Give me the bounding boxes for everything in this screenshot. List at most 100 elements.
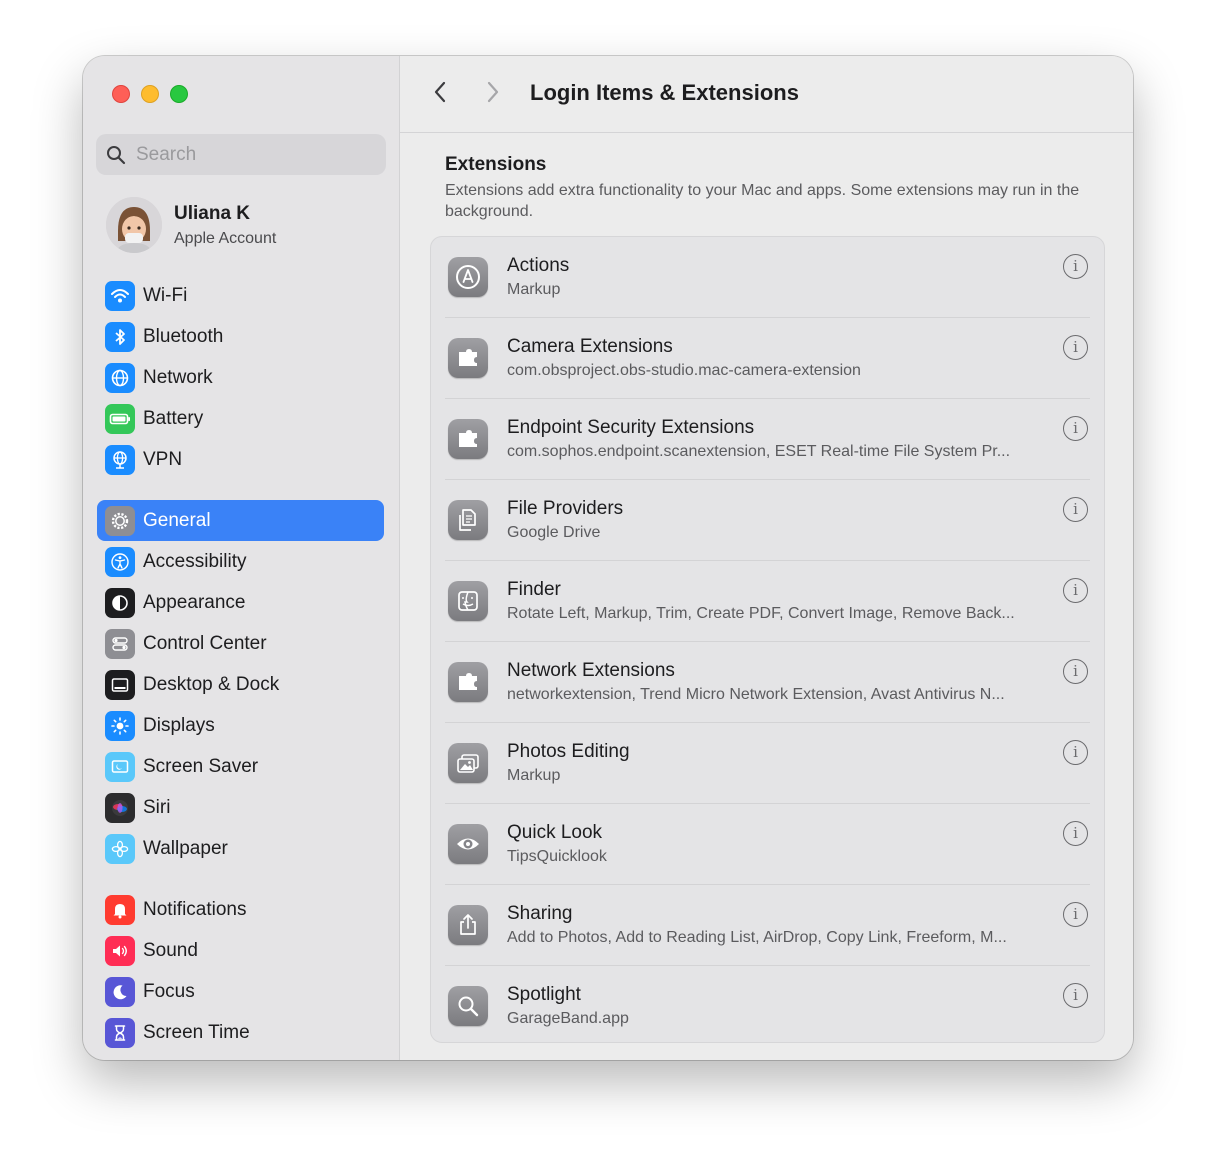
list-item[interactable]: Actions Markup i [431,237,1104,318]
list-item[interactable]: Sharing Add to Photos, Add to Reading Li… [431,885,1104,966]
sidebar-item-label: VPN [143,448,183,470]
extension-title: Spotlight [507,984,581,1005]
sidebar-item-battery[interactable]: Battery [97,398,384,439]
sidebar-item-accessibility[interactable]: Accessibility [97,541,384,582]
chevron-left-icon [433,80,447,109]
bluetooth-icon [105,321,135,352]
toolbar: Login Items & Extensions [400,56,1133,133]
extension-title: Network Extensions [507,660,675,681]
sidebar-item-network[interactable]: Network [97,357,384,398]
search-field[interactable] [96,134,386,175]
info-icon[interactable]: i [1063,659,1088,684]
sidebar-item-label: Battery [143,407,204,429]
sidebar-item-focus[interactable]: Focus [97,971,384,1012]
info-icon[interactable]: i [1063,335,1088,360]
info-icon[interactable]: i [1063,740,1088,765]
sidebar-item-screen-saver[interactable]: Screen Saver [97,746,384,787]
sidebar-item-bluetooth[interactable]: Bluetooth [97,316,384,357]
accessibility-icon [105,546,135,577]
dock-icon [105,669,135,700]
bell-icon [105,894,135,925]
sidebar-item-vpn[interactable]: VPN [97,439,384,480]
search-input[interactable] [136,143,356,166]
info-icon[interactable]: i [1063,578,1088,603]
list-item[interactable]: Spotlight GarageBand.app i [431,966,1104,1047]
battery-icon [105,403,135,434]
sidebar-item-label: Control Center [143,632,267,654]
list-item[interactable]: Photos Editing Markup i [431,723,1104,804]
chevron-right-icon [486,80,500,109]
wifi-icon [105,280,135,311]
extension-subtitle: Google Drive [507,524,601,541]
sidebar-item-siri[interactable]: Siri [97,787,384,828]
section-title: Extensions [445,154,547,175]
close-window-button[interactable] [112,85,130,103]
main-content: Login Items & Extensions Extensions Exte… [400,56,1133,1060]
gear-icon [105,505,135,536]
minimize-window-button[interactable] [141,85,159,103]
puzzle-icon [448,338,488,378]
list-item[interactable]: Quick Look TipsQuicklook i [431,804,1104,885]
appearance-icon [105,587,135,618]
sidebar-item-appearance[interactable]: Appearance [97,582,384,623]
forward-button[interactable] [480,80,506,108]
list-item[interactable]: Camera Extensions com.obsproject.obs-stu… [431,318,1104,399]
zoom-window-button[interactable] [170,85,188,103]
documents-icon [448,500,488,540]
info-icon[interactable]: i [1063,254,1088,279]
info-icon[interactable]: i [1063,821,1088,846]
sidebar-item-general[interactable]: General [97,500,384,541]
avatar [106,197,162,253]
siri-icon [105,792,135,823]
account-name: Uliana K [174,202,251,224]
puzzle-icon [448,419,488,459]
markup-icon [448,257,488,297]
back-button[interactable] [427,80,453,108]
sidebar: Uliana K Apple Account Wi-Fi Bluetooth N… [83,56,400,1060]
sidebar-item-label: Screen Time [143,1021,250,1043]
extension-title: Actions [507,255,570,276]
share-icon [448,905,488,945]
sidebar-item-sound[interactable]: Sound [97,930,384,971]
list-item[interactable]: Finder Rotate Left, Markup, Trim, Create… [431,561,1104,642]
sidebar-item-label: Accessibility [143,550,247,572]
page-title: Login Items & Extensions [530,80,799,105]
sidebar-item-displays[interactable]: Displays [97,705,384,746]
apple-account[interactable]: Uliana K Apple Account [106,197,276,253]
sidebar-item-control-center[interactable]: Control Center [97,623,384,664]
info-icon[interactable]: i [1063,902,1088,927]
info-icon[interactable]: i [1063,983,1088,1008]
sidebar-item-label: Focus [143,980,195,1002]
sidebar-item-notifications[interactable]: Notifications [97,889,384,930]
account-subtitle: Apple Account [174,229,277,247]
sidebar-item-label: Appearance [143,591,246,613]
sidebar-item-desktop-dock[interactable]: Desktop & Dock [97,664,384,705]
extension-title: Quick Look [507,822,603,843]
info-icon[interactable]: i [1063,416,1088,441]
extension-title: Photos Editing [507,741,630,762]
extension-subtitle: GarageBand.app [507,1010,629,1027]
sidebar-item-label: Wallpaper [143,837,228,859]
hourglass-icon [105,1017,135,1048]
control-center-icon [105,628,135,659]
extension-subtitle: Add to Photos, Add to Reading List, AirD… [507,929,1007,946]
list-item[interactable]: Network Extensions networkextension, Tre… [431,642,1104,723]
info-icon[interactable]: i [1063,497,1088,522]
list-item[interactable]: Endpoint Security Extensions com.sophos.… [431,399,1104,480]
sidebar-item-screen-time[interactable]: Screen Time [97,1012,384,1053]
sidebar-item-label: Sound [143,939,198,961]
extension-title: Finder [507,579,561,600]
sidebar-item-label: Network [143,366,213,388]
sidebar-item-label: Wi-Fi [143,284,188,306]
search-icon [106,145,126,165]
settings-window: Uliana K Apple Account Wi-Fi Bluetooth N… [83,56,1133,1060]
extension-title: Camera Extensions [507,336,673,357]
sidebar-item-label: General [143,509,211,531]
extension-subtitle: com.obsproject.obs-studio.mac-camera-ext… [507,362,861,379]
sidebar-item-label: Siri [143,796,171,818]
screen-saver-icon [105,751,135,782]
sidebar-item-wifi[interactable]: Wi-Fi [97,275,384,316]
list-item[interactable]: File Providers Google Drive i [431,480,1104,561]
section-description: Extensions add extra functionality to yo… [445,182,1080,220]
sidebar-item-wallpaper[interactable]: Wallpaper [97,828,384,869]
